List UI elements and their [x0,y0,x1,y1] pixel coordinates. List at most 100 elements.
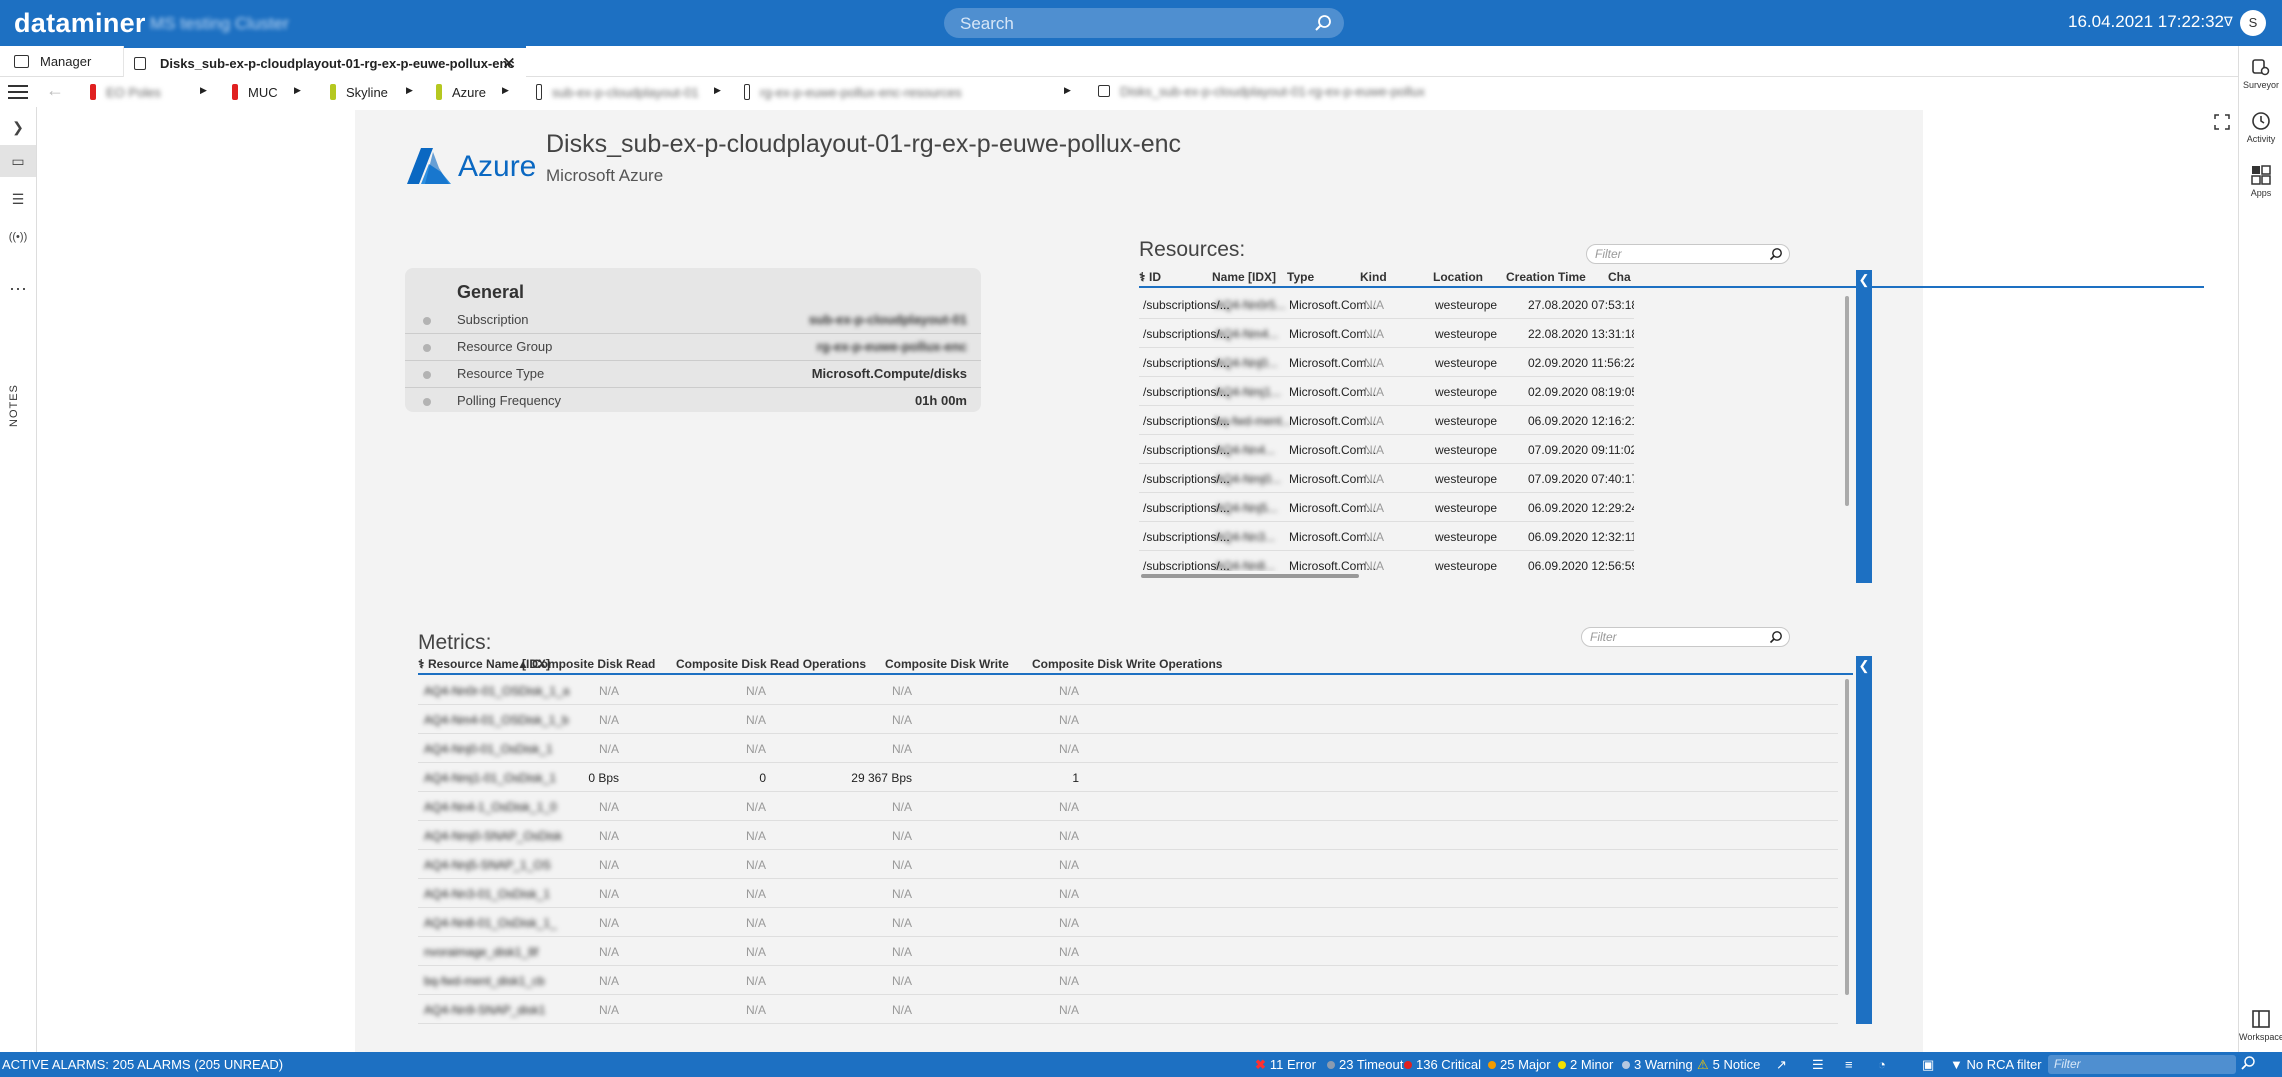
column-header[interactable]: ID [1149,270,1161,284]
tab-manager[interactable]: Manager [0,46,124,77]
chevron-right-icon[interactable]: ▶ [200,85,207,96]
rca-filter[interactable]: ▼ No RCA filter [1950,1057,2042,1072]
search-input[interactable]: Search [944,8,1344,38]
column-header[interactable]: Kind [1360,270,1387,284]
activity-button[interactable]: Activity [2239,110,2282,144]
table-row[interactable]: AQ4-Nn0r-01_OSDisk_1_a N/A N/A N/A N/A [418,676,1838,705]
table-row[interactable]: /subscriptions/... AQ4-Nn4... Microsoft.Co… [1139,435,1634,464]
fullscreen-icon[interactable] [2214,114,2230,130]
minor-count[interactable]: 2 Minor [1558,1057,1613,1072]
chevron-right-icon[interactable]: ▶ [502,85,509,96]
table-row[interactable]: /subscriptions/... bq-fwd-ment... Microsof… [1139,406,1634,435]
breadcrumb-item[interactable]: rg-ex-p-euwe-pollux-enc-resources ▶ [744,84,1071,100]
metrics-details-toggle[interactable]: ❮ [1856,656,1872,1024]
back-arrow-icon[interactable]: ← [46,80,64,101]
apps-button[interactable]: Apps [2239,164,2282,198]
breadcrumb-item[interactable]: EO Poles ▶ [90,84,207,100]
menu-icon[interactable] [8,85,28,99]
breadcrumb-item[interactable]: Azure ▶ [436,84,509,100]
settings-sliders-icon[interactable]: ☰ [0,183,36,215]
table-row[interactable]: AQ4-Nn4-1_OsDisk_1_0 N/A N/A N/A N/A [418,792,1838,821]
critical-count[interactable]: 136 Critical [1404,1057,1481,1072]
table-cell: AQ4-Nmj1... [1215,385,1282,399]
error-count[interactable]: ✖ 11 Error [1255,1057,1316,1073]
breadcrumb-item[interactable]: Disks_sub-ex-p-cloudplayout-01-rg-ex-p-e… [1098,84,1425,99]
timeout-count[interactable]: 23 Timeout [1327,1057,1403,1072]
notice-count[interactable]: ⚠ 5 Notice [1697,1057,1760,1073]
major-count[interactable]: 25 Major [1488,1057,1551,1072]
table-cell: AQ4-Nn0r-01_OSDisk_1_a [424,684,570,698]
breadcrumb-item[interactable]: Skyline ▶ [330,84,413,100]
table-row[interactable]: AQ4-Nn3-01_OsDisk_1 N/A N/A N/A N/A [418,879,1838,908]
column-header[interactable]: Composite Disk Write Operations [1032,657,1222,671]
expand-chevron-icon[interactable]: ❯ [0,111,36,143]
resources-filter-input[interactable]: Filter [1586,244,1790,264]
column-header[interactable]: Name [IDX] [1212,270,1276,284]
column-header[interactable]: Composite Disk Read Operations [676,657,866,671]
more-icon[interactable]: ⋯ [0,273,36,305]
search-icon[interactable] [1769,630,1783,644]
resources-details-toggle[interactable]: ❮ [1856,270,1872,583]
table-row[interactable]: /subscriptions/... AQ4-Nmj0... Microsoft.C… [1139,464,1634,493]
chevron-right-icon[interactable]: ▶ [294,85,301,96]
chevron-right-icon[interactable]: ▶ [714,85,721,96]
column-header[interactable]: Type [1287,270,1314,284]
vertical-scrollbar[interactable] [1845,296,1849,506]
table-row[interactable]: /subscriptions/... AQ4-Nn0r5... Microsoft.… [1139,290,1634,319]
notes-label[interactable]: NOTES [8,384,20,427]
breadcrumb-item[interactable]: MUC ▶ [232,84,301,100]
column-header[interactable]: Location [1433,270,1483,284]
table-row[interactable]: nvoraimage_disk1_8f N/A N/A N/A N/A [418,937,1838,966]
breadcrumb-item[interactable]: sub-ex-p-cloudplayout-01 ▶ [536,84,721,100]
pie-icon[interactable]: ◔ [1878,1057,1886,1072]
table-row[interactable]: /subscriptions/... AQ4-Nn3... Microsoft.Co… [1139,522,1634,551]
warning-count[interactable]: 3 Warning [1622,1057,1693,1072]
table-row[interactable]: AQ4-Nm4-01_OSDisk_1_b N/A N/A N/A N/A [418,705,1838,734]
brand-logo[interactable]: dataminer [14,8,146,39]
list-view-icon[interactable]: ☰ [1812,1057,1824,1073]
sort-icon[interactable]: ≡ [1845,1057,1853,1072]
table-cell: N/A [1364,559,1385,571]
rca-target-icon[interactable]: ▣ [1922,1057,1934,1073]
close-icon[interactable]: ✕ [502,48,516,79]
chevron-right-icon[interactable]: ▶ [406,85,413,96]
column-header[interactable]: Cha [1608,270,1631,284]
search-icon[interactable] [1769,247,1783,261]
table-row[interactable]: AQ4-Nmj1-01_OsDisk_1 0 Bps 0 29 367 Bps 1 [418,763,1838,792]
table-row[interactable]: AQ4-Nnj5-SNAP_1_OS N/A N/A N/A N/A [418,850,1838,879]
trend-icon[interactable]: ↗ [1776,1057,1787,1073]
chevron-right-icon[interactable]: ▶ [1064,85,1071,96]
table-row[interactable]: /subscriptions/... AQ4-Nnj5... Microsoft.C… [1139,493,1634,522]
table-row[interactable]: /subscriptions/... AQ4-Nmj1... Microsoft.C… [1139,377,1634,406]
table-row[interactable]: /subscriptions/... AQ4-Nnj0... Microsoft.C… [1139,348,1634,377]
surveyor-button[interactable]: Surveyor [2239,56,2282,90]
column-header[interactable]: Creation Time [1506,270,1586,284]
chevron-left-icon[interactable]: ❮ [1856,658,1872,674]
chevron-down-icon[interactable]: ∇ [2224,14,2233,30]
horizontal-scrollbar[interactable] [1141,574,1359,578]
table-row[interactable]: bq-fwd-ment_disk1_cb N/A N/A N/A N/A [418,966,1838,995]
table-cell: AQ4-Nn8-01_OsDisk_1_ [424,916,557,930]
workspace-button[interactable]: Workspace [2239,1008,2282,1042]
table-cell: N/A [745,887,766,901]
active-alarms-summary[interactable]: ACTIVE ALARMS: 205 ALARMS (205 UNREAD) [2,1057,283,1072]
chevron-left-icon[interactable]: ❮ [1856,272,1872,288]
table-row[interactable]: AQ4-Nnj0-01_OsDisk_1 N/A N/A N/A N/A [418,734,1838,763]
broadcast-icon[interactable]: ((•)) [0,221,36,253]
metrics-filter-input[interactable]: Filter [1581,627,1790,647]
monitor-icon[interactable]: ▭ [0,145,36,177]
table-row[interactable]: AQ4-Nn9-SNAP_disk1 N/A N/A N/A N/A [418,995,1838,1024]
table-row[interactable]: /subscriptions/... AQ4-Nn8... Microsoft.Co… [1139,551,1634,571]
table-row[interactable]: AQ4-Nn8-01_OsDisk_1_ N/A N/A N/A N/A [418,908,1838,937]
tab-element[interactable]: Disks_sub-ex-p-cloudplayout-01-rg-ex-p-e… [124,46,526,77]
sort-ascending-icon[interactable]: ▲ [517,657,529,671]
search-icon[interactable] [1314,14,1332,32]
vertical-scrollbar[interactable] [1845,679,1849,995]
avatar[interactable]: S [2240,10,2266,36]
alarm-filter-input[interactable]: Filter [2048,1055,2236,1074]
column-header[interactable]: Composite Disk Write [885,657,1009,671]
column-header[interactable]: Composite Disk Read [532,657,655,671]
table-row[interactable]: AQ4-Nmj0-SNAP_OsDisk N/A N/A N/A N/A [418,821,1838,850]
search-icon[interactable] [2240,1055,2256,1074]
table-row[interactable]: /subscriptions/... AQ4-Nm4... Microsoft.Co… [1139,319,1634,348]
